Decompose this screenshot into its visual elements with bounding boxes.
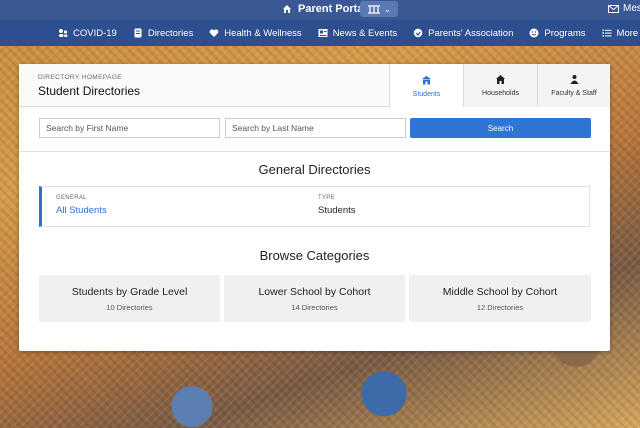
school-icon xyxy=(422,75,431,84)
category-middle-school-by-cohort[interactable]: Middle School by Cohort 12 Directories xyxy=(409,275,591,322)
portal-title[interactable]: Parent Portal xyxy=(282,3,366,15)
search-row: Search xyxy=(39,118,591,138)
type-column-header: TYPE xyxy=(318,195,335,201)
nav-item-directories[interactable]: Directories xyxy=(133,28,193,39)
nav-item-covid-19[interactable]: COVID-19 xyxy=(58,28,117,39)
directory-card: DIRECTORY HOMEPAGE Student Directories S… xyxy=(19,64,610,351)
house-icon xyxy=(496,75,505,84)
category-name: Lower School by Cohort xyxy=(258,286,371,298)
nav-item-label: News & Events xyxy=(332,27,398,39)
heart-icon xyxy=(209,29,219,37)
nav-item-label: Directories xyxy=(147,27,194,39)
divider xyxy=(19,151,610,152)
browse-categories-title: Browse Categories xyxy=(259,248,370,263)
directory-icon xyxy=(134,28,142,38)
header-text: DIRECTORY HOMEPAGE Student Directories xyxy=(38,74,140,98)
nav-item-label: COVID-19 xyxy=(73,27,117,39)
category-list: Students by Grade Level 10 Directories L… xyxy=(39,275,591,322)
top-bar: Parent Portal ⌄ Mes xyxy=(0,0,640,20)
category-name: Students by Grade Level xyxy=(71,286,188,298)
chevron-down-icon: ⌄ xyxy=(384,4,391,14)
directory-tabs: Students Households Faculty & Staff xyxy=(389,64,610,108)
staff-icon xyxy=(570,75,578,84)
category-count: 14 Directories xyxy=(291,303,338,312)
news-icon xyxy=(318,29,328,37)
hands-icon xyxy=(413,28,423,38)
people-icon xyxy=(59,29,68,37)
messages-link[interactable]: Mes xyxy=(608,3,640,14)
tab-label: Faculty & Staff xyxy=(551,90,597,97)
tab-households[interactable]: Households xyxy=(463,64,537,107)
category-count: 10 Directories xyxy=(106,303,153,312)
category-name: Middle School by Cohort xyxy=(442,286,558,298)
nav-item-parents-association[interactable]: Parents' Association xyxy=(413,28,513,39)
first-name-search-input[interactable] xyxy=(39,118,220,138)
tab-label: Households xyxy=(482,90,519,97)
nav-item-programs[interactable]: Programs xyxy=(529,27,586,39)
portal-title-label: Parent Portal xyxy=(298,3,367,15)
nav-item-label: Parents' Association xyxy=(428,27,514,39)
last-name-search-input[interactable] xyxy=(225,118,406,138)
nav-item-label: Programs xyxy=(544,27,586,39)
general-column: GENERAL All Students xyxy=(56,195,107,216)
tab-label: Students xyxy=(412,90,441,98)
category-students-by-grade-level[interactable]: Students by Grade Level 10 Directories xyxy=(39,275,220,322)
breadcrumb: DIRECTORY HOMEPAGE xyxy=(38,74,123,81)
nav-item-label: More xyxy=(616,27,639,39)
type-column: TYPE Students xyxy=(318,195,356,216)
nav-item-label: Health & Wellness xyxy=(224,27,302,39)
nav-item-health-wellness[interactable]: Health & Wellness xyxy=(209,27,302,39)
general-column-header: GENERAL xyxy=(56,195,87,201)
main-nav: COVID-19 Directories Health & Wellness N… xyxy=(0,20,640,46)
nav-item-news-events[interactable]: News & Events xyxy=(318,28,397,39)
search-button[interactable]: Search xyxy=(410,118,591,138)
smile-icon xyxy=(529,28,539,38)
messages-label: Mes xyxy=(623,3,640,14)
general-directories-title: General Directories xyxy=(258,162,371,177)
table-row[interactable]: GENERAL All Students TYPE Students xyxy=(39,186,590,227)
category-count: 12 Directories xyxy=(476,303,524,312)
nav-item-more[interactable]: More xyxy=(602,27,639,39)
card-header: DIRECTORY HOMEPAGE Student Directories S… xyxy=(19,64,610,108)
tab-students[interactable]: Students xyxy=(389,64,463,108)
home-icon xyxy=(283,5,291,13)
mail-icon xyxy=(608,4,619,13)
tab-faculty-staff[interactable]: Faculty & Staff xyxy=(537,64,610,107)
school-logo-icon xyxy=(368,5,381,14)
category-lower-school-by-cohort[interactable]: Lower School by Cohort 14 Directories xyxy=(224,275,405,322)
all-students-link[interactable]: All Students xyxy=(56,205,107,216)
type-value: Students xyxy=(318,205,356,216)
account-switcher[interactable]: ⌄ xyxy=(360,1,398,17)
page-title: Student Directories xyxy=(38,84,141,98)
list-icon xyxy=(602,29,612,37)
